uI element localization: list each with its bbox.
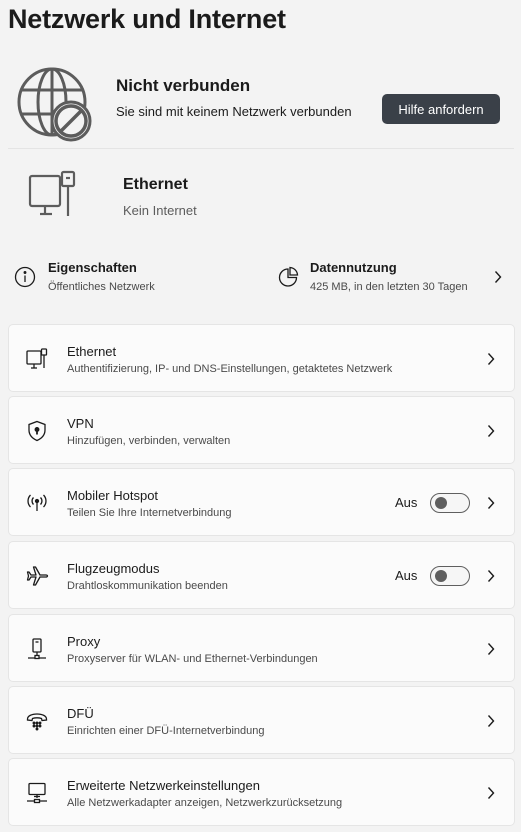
card-ethernet[interactable]: Ethernet Authentifizierung, IP- und DNS-…: [8, 324, 515, 392]
status-title: Nicht verbunden: [116, 76, 251, 95]
card-subtitle: Drahtloskommunikation beenden: [67, 580, 228, 592]
page-title: Netzwerk und Internet: [8, 4, 286, 34]
card-title: Flugzeugmodus: [67, 561, 160, 576]
properties-link[interactable]: Eigenschaften Öffentliches Netzwerk: [14, 252, 254, 302]
data-usage-title: Datennutzung: [310, 260, 397, 275]
hotspot-toggle[interactable]: [430, 493, 470, 513]
card-subtitle: Authentifizierung, IP- und DNS-Einstellu…: [67, 363, 393, 375]
properties-title: Eigenschaften: [48, 260, 137, 275]
dialup-phone-icon: [25, 709, 49, 733]
card-title: Mobiler Hotspot: [67, 488, 159, 503]
chevron-right-icon: [486, 641, 496, 657]
chevron-right-icon: [486, 351, 496, 367]
airplane-toggle[interactable]: [430, 566, 470, 586]
help-button[interactable]: Hilfe anfordern: [382, 94, 500, 124]
data-usage-subtitle: 425 MB, in den letzten 30 Tagen: [310, 281, 468, 293]
chevron-right-icon: [486, 568, 496, 584]
chevron-right-icon: [486, 423, 496, 439]
chevron-right-icon: [486, 785, 496, 801]
connection-status: Nicht verbunden Sie sind mit keinem Netz…: [0, 58, 521, 150]
chevron-right-icon: [486, 713, 496, 729]
ethernet-status-subtitle: Kein Internet: [123, 203, 197, 218]
card-dialup[interactable]: DFÜ Einrichten einer DFÜ-Internetverbind…: [8, 686, 515, 754]
card-title: Erweiterte Netzwerkeinstellungen: [67, 778, 260, 793]
toggle-knob: [435, 570, 447, 582]
card-subtitle: Teilen Sie Ihre Internetverbindung: [67, 507, 232, 519]
globe-blocked-icon: [16, 66, 92, 142]
ethernet-icon: [25, 347, 49, 371]
card-subtitle: Hinzufügen, verbinden, verwalten: [67, 435, 231, 447]
divider: [8, 148, 514, 149]
data-usage-link[interactable]: Datennutzung 425 MB, in den letzten 30 T…: [277, 252, 509, 302]
toggle-state-label: Aus: [395, 495, 418, 510]
card-title: Proxy: [67, 634, 101, 649]
card-subtitle: Proxyserver für WLAN- und Ethernet-Verbi…: [67, 653, 318, 665]
card-subtitle: Alle Netzwerkadapter anzeigen, Netzwerkz…: [67, 797, 343, 809]
chevron-right-icon: [494, 270, 502, 284]
card-proxy[interactable]: Proxy Proxyserver für WLAN- und Ethernet…: [8, 614, 515, 682]
card-title: Ethernet: [67, 344, 117, 359]
airplane-icon: [25, 564, 49, 588]
toggle-state-label: Aus: [395, 568, 418, 583]
card-title: VPN: [67, 416, 94, 431]
status-subtitle: Sie sind mit keinem Netzwerk verbunden: [116, 104, 352, 119]
pie-chart-icon: [277, 266, 299, 288]
card-subtitle: Einrichten einer DFÜ-Internetverbindung: [67, 725, 265, 737]
card-vpn[interactable]: VPN Hinzufügen, verbinden, verwalten: [8, 396, 515, 464]
properties-row: Eigenschaften Öffentliches Netzwerk Date…: [0, 252, 521, 304]
card-advanced-network[interactable]: Erweiterte Netzwerkeinstellungen Alle Ne…: [8, 758, 515, 826]
toggle-knob: [435, 497, 447, 509]
hotspot-icon: [25, 491, 49, 515]
ethernet-status-title: Ethernet: [123, 176, 188, 193]
vpn-shield-icon: [25, 419, 49, 443]
chevron-right-icon: [486, 495, 496, 511]
network-pc-icon: [25, 781, 49, 805]
card-airplane-mode[interactable]: Flugzeugmodus Drahtloskommunikation been…: [8, 541, 515, 609]
card-title: DFÜ: [67, 706, 94, 721]
proxy-icon: [25, 637, 49, 661]
card-mobile-hotspot[interactable]: Mobiler Hotspot Teilen Sie Ihre Internet…: [8, 468, 515, 536]
ethernet-monitor-icon: [28, 170, 80, 220]
properties-subtitle: Öffentliches Netzwerk: [48, 281, 155, 293]
info-icon: [14, 266, 36, 288]
